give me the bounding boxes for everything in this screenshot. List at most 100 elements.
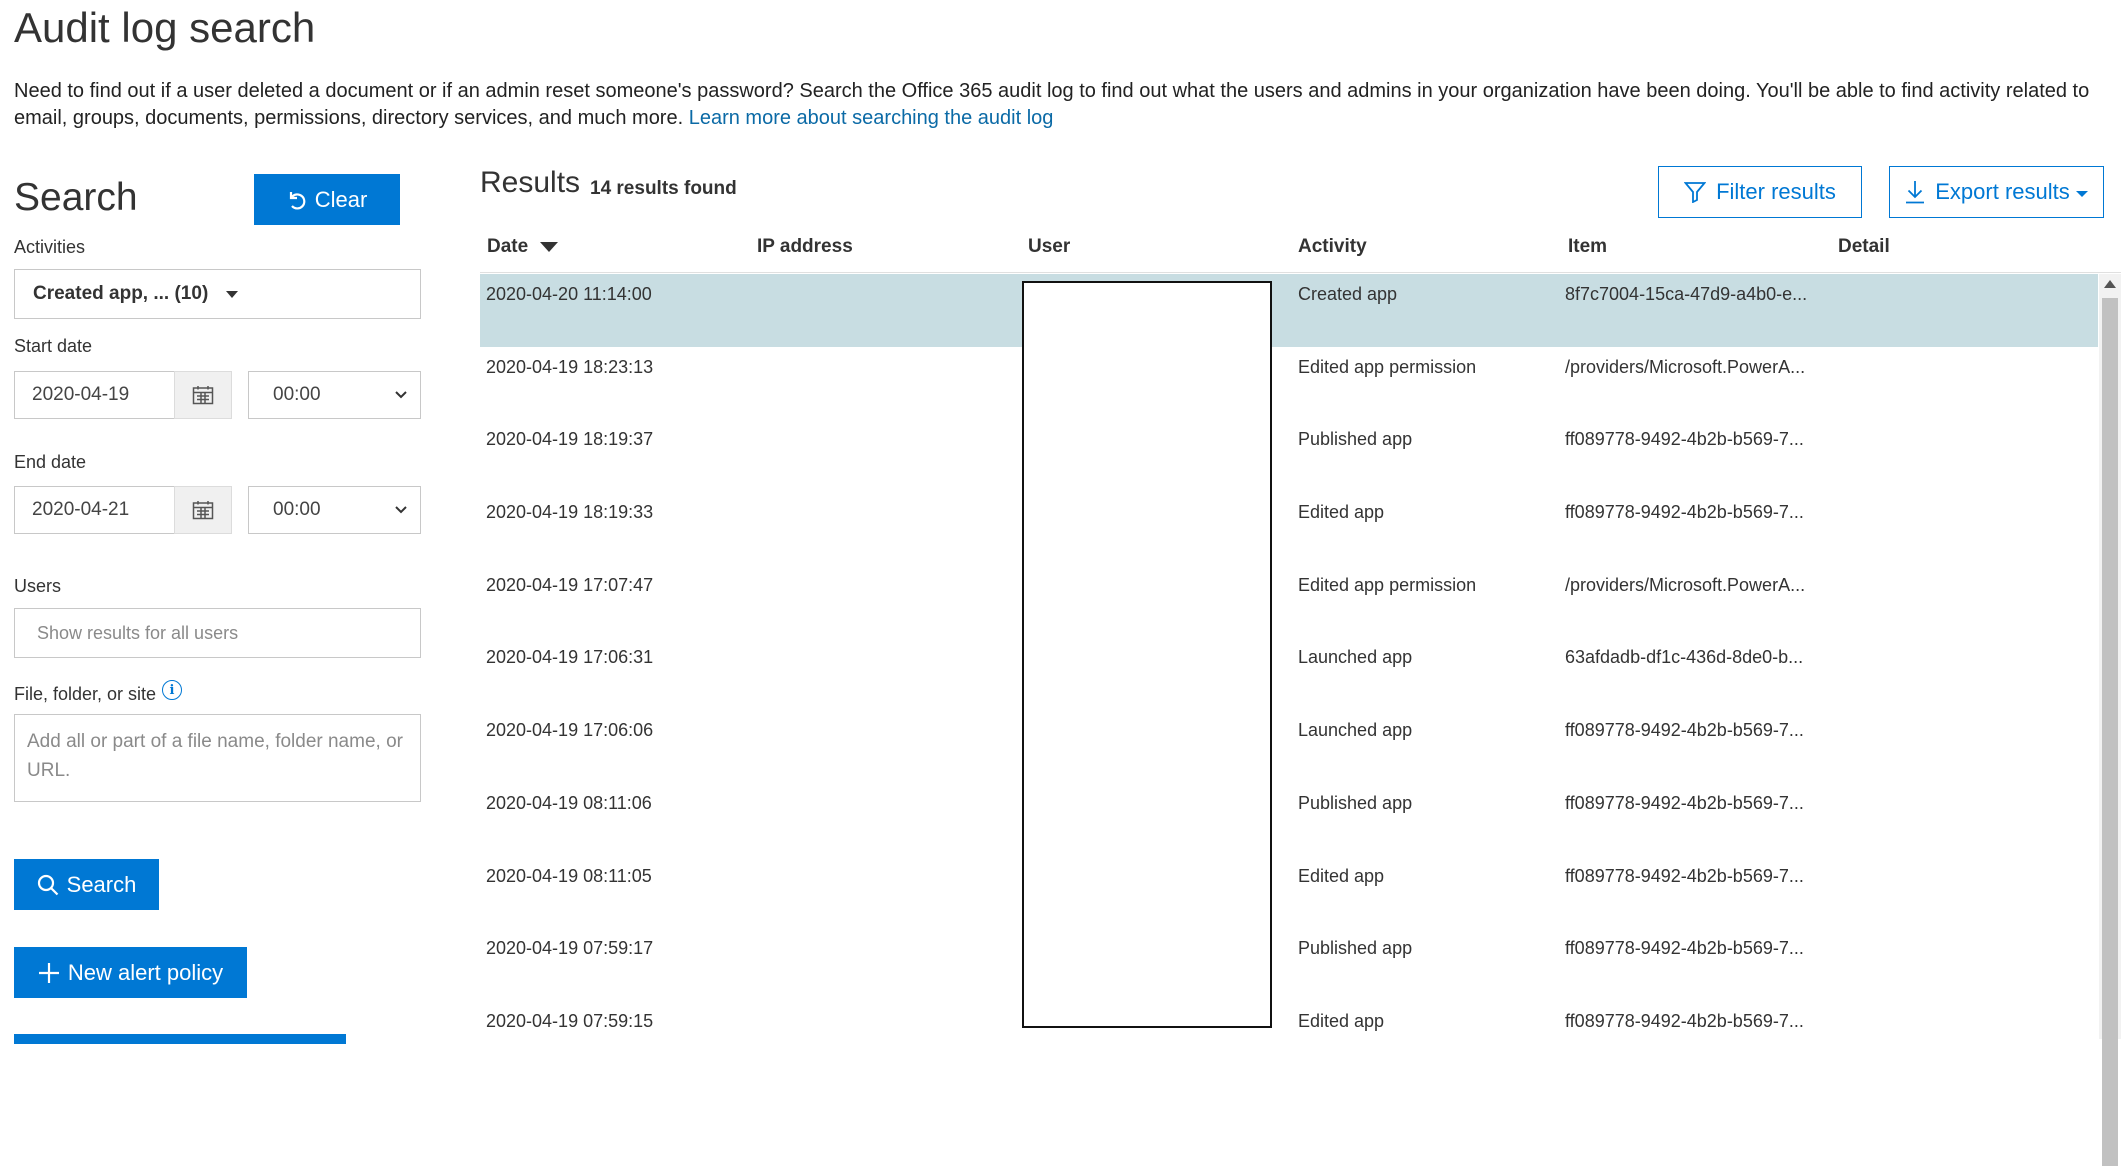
cell-item: ff089778-9492-4b2b-b569-7... — [1565, 502, 1804, 523]
activities-label: Activities — [14, 237, 86, 257]
file-folder-site-input[interactable]: Add all or part of a file name, folder n… — [14, 714, 421, 802]
cell-date: 2020-04-20 11:14:00 — [486, 284, 652, 304]
search-button-label: Search — [66, 871, 137, 897]
column-header-activity[interactable]: Activity — [1298, 236, 1367, 258]
redaction-box — [1022, 281, 1272, 1028]
end-time-select[interactable]: 00:00 — [248, 486, 421, 534]
results-table-header: Date IP address User Activity Item Detai… — [480, 236, 2120, 272]
cell-activity: Launched app — [1298, 720, 1413, 741]
table-row[interactable]: 2020-04-19 08:11:05..Edited appff089778-… — [480, 856, 2098, 929]
column-header-date[interactable]: Date — [487, 236, 559, 258]
download-icon — [1906, 181, 1925, 204]
search-panel-title: Search — [14, 176, 138, 219]
column-header-detail[interactable]: Detail — [1838, 236, 1890, 258]
search-button[interactable]: Search — [14, 859, 159, 910]
scroll-up-arrow-icon[interactable] — [2104, 280, 2116, 288]
export-results-label: Export results — [1935, 179, 2070, 204]
cell-item: ff089778-9492-4b2b-b569-7... — [1565, 938, 1804, 959]
table-row[interactable]: 2020-04-19 08:11:06..Published appff0897… — [480, 783, 2098, 856]
cell-activity: Published app — [1298, 938, 1413, 959]
start-date-calendar-button[interactable] — [174, 371, 232, 419]
file-folder-site-placeholder: Add all or part of a file name, folder n… — [27, 731, 403, 781]
column-header-ip-address[interactable]: IP address — [757, 236, 853, 258]
info-icon[interactable]: i — [162, 680, 182, 700]
table-row[interactable]: 2020-04-19 18:19:33..Edited appff089778-… — [480, 492, 2098, 565]
start-date-label: Start date — [14, 336, 93, 356]
cell-activity: Edited app — [1298, 865, 1385, 886]
cell-activity: Edited app — [1298, 502, 1385, 523]
cell-item: 8f7c7004-15ca-47d9-a4b0-e... — [1565, 284, 1808, 304]
cell-date: 2020-04-19 18:19:37 — [486, 429, 654, 450]
results-scrollbar[interactable] — [2099, 274, 2121, 1166]
table-row[interactable]: 2020-04-19 18:19:37..Published appff0897… — [480, 419, 2098, 492]
clear-button-label: Clear — [314, 186, 368, 212]
end-time-value: 00:00 — [273, 499, 321, 520]
cell-date: 2020-04-19 07:59:17 — [486, 938, 654, 959]
cell-date: 2020-04-19 17:06:06 — [486, 720, 654, 741]
end-date-calendar-button[interactable] — [174, 486, 232, 534]
column-header-item[interactable]: Item — [1568, 236, 1607, 258]
table-row[interactable]: 2020-04-19 17:07:47..Edited app permissi… — [480, 565, 2098, 638]
cell-date: 2020-04-19 17:06:31 — [486, 647, 654, 668]
cell-date: 2020-04-19 18:23:13 — [486, 356, 654, 377]
table-row[interactable]: 2020-04-19 17:06:31..Launched app63afdad… — [480, 637, 2098, 710]
activities-dropdown[interactable]: Created app, ... (10) — [14, 269, 421, 319]
results-count: 14 results found — [590, 178, 737, 199]
table-row[interactable]: 2020-04-20 11:14:00 Created app 8f7c7004-1… — [480, 274, 2098, 347]
cell-date: 2020-04-19 08:11:06 — [486, 792, 652, 813]
cell-item: ff089778-9492-4b2b-b569-7... — [1565, 1010, 1804, 1031]
cell-activity: Edited app permission — [1298, 356, 1477, 377]
end-date-input[interactable]: 2020-04-21 — [14, 486, 176, 534]
table-row[interactable]: 2020-04-19 07:59:15 Edited app ff089778-94… — [480, 1001, 2098, 1074]
learn-more-link[interactable]: Learn more about searching the audit log — [689, 107, 1054, 129]
cell-activity: Edited app permission — [1298, 574, 1477, 595]
end-date-label: End date — [14, 452, 87, 472]
plus-icon — [38, 962, 59, 983]
users-input[interactable]: Show results for all users — [14, 608, 421, 658]
cell-item: ff089778-9492-4b2b-b569-7... — [1565, 429, 1804, 450]
partially-visible-button[interactable] — [14, 1034, 346, 1044]
cell-activity: Edited app — [1298, 1010, 1385, 1031]
filter-results-button[interactable]: Filter results — [1658, 166, 1862, 218]
search-icon — [37, 874, 58, 895]
cell-item: /providers/Microsoft.PowerA... — [1565, 356, 1806, 377]
start-time-value: 00:00 — [273, 384, 321, 405]
export-results-button[interactable]: Export results — [1889, 166, 2104, 218]
filter-results-label: Filter results — [1716, 179, 1836, 204]
results-table-body: 2020-04-20 11:14:00 Created app 8f7c7004-1… — [480, 274, 2098, 1074]
cell-item: ff089778-9492-4b2b-b569-7... — [1565, 792, 1804, 813]
new-alert-policy-button[interactable]: New alert policy — [14, 947, 247, 998]
table-row[interactable]: 2020-04-19 07:59:17..Published appff0897… — [480, 928, 2098, 1001]
users-label: Users — [14, 576, 62, 596]
clear-button[interactable]: Clear — [254, 174, 400, 225]
intro-text: Need to find out if a user deleted a doc… — [14, 78, 2104, 132]
chevron-down-icon — [395, 506, 407, 514]
cell-item: ff089778-9492-4b2b-b569-7... — [1565, 720, 1804, 741]
cell-date: 2020-04-19 18:19:33 — [486, 502, 654, 523]
file-folder-site-label: File, folder, or site — [14, 684, 157, 704]
cell-date: 2020-04-19 17:07:47 — [486, 574, 654, 595]
cell-activity: Published app — [1298, 429, 1413, 450]
scrollbar-thumb[interactable] — [2102, 298, 2118, 1166]
table-row[interactable]: 2020-04-19 17:06:06..Launched appff08977… — [480, 710, 2098, 783]
cell-date: 2020-04-19 08:11:05 — [486, 865, 652, 886]
chevron-down-icon — [395, 391, 407, 399]
page-title: Audit log search — [14, 4, 316, 51]
cell-activity: Launched app — [1298, 647, 1413, 668]
table-row[interactable]: 2020-04-19 18:23:13..Edited app permissi… — [480, 347, 2098, 420]
start-time-select[interactable]: 00:00 — [248, 371, 421, 419]
cell-item: /providers/Microsoft.PowerA... — [1565, 574, 1806, 595]
sort-descending-icon — [540, 242, 559, 252]
cell-activity: Created app — [1298, 284, 1398, 304]
users-placeholder: Show results for all users — [37, 622, 239, 643]
calendar-icon — [192, 386, 214, 405]
column-header-date-label: Date — [487, 236, 529, 257]
chevron-down-icon — [2075, 191, 2088, 197]
column-header-user[interactable]: User — [1028, 236, 1070, 258]
start-date-input[interactable]: 2020-04-19 — [14, 371, 176, 419]
undo-icon — [289, 191, 306, 210]
new-alert-policy-label: New alert policy — [67, 959, 224, 985]
cell-item: ff089778-9492-4b2b-b569-7... — [1565, 865, 1804, 886]
cell-item: 63afdadb-df1c-436d-8de0-b... — [1565, 647, 1804, 668]
cell-activity: Published app — [1298, 792, 1413, 813]
